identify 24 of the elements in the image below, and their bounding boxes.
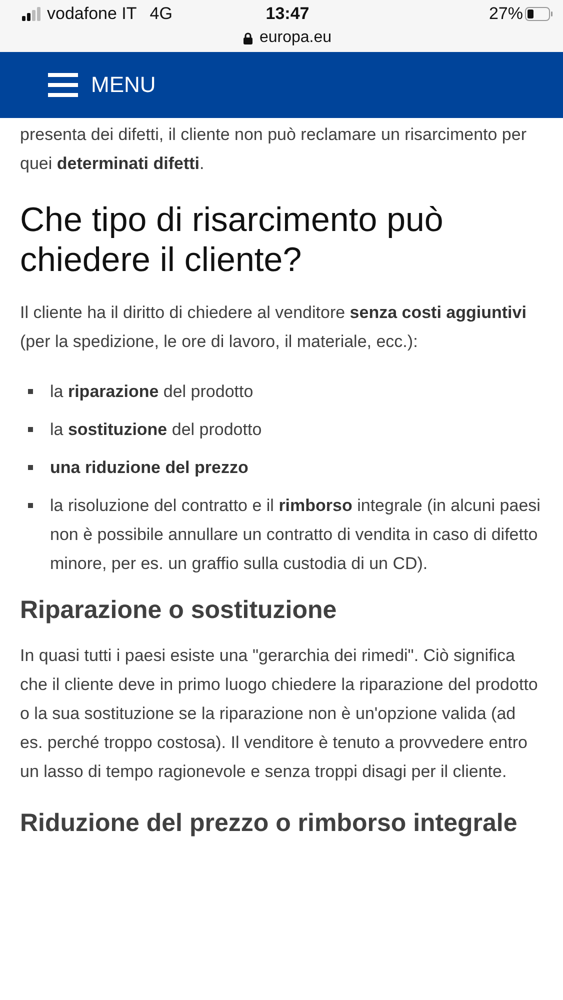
battery-icon [524, 7, 553, 21]
menu-icon [48, 73, 78, 97]
bullet-icon [28, 465, 33, 470]
url-text[interactable]: europa.eu [259, 29, 332, 47]
body-paragraph: Il cliente ha il diritto di chiedere al venditore senza costi aggiuntivi (per la spedizione, le ore di lavoro, il materiale, ecc.): [20, 302, 528, 353]
bullet-icon [28, 389, 33, 394]
lock-icon [243, 32, 254, 44]
body-paragraph: In quasi tutti i paesi esiste una "gerarchia dei rimedi". Ciò significa che il cliente deve in primo luogo chiedere la riparazione del prodotto o la sua sostituzione se la riparazione non è un'opzione valida (ad es. perché troppo costosa). Il venditore è tenuto a provvedere entro un lasso di tempo ragionevole e senza troppi disagi per il cliente. [20, 645, 539, 783]
body-paragraph: presenta dei difetti, il cliente non può reclamare un risarcimento per quei determinati difetti. [20, 124, 528, 175]
network-type: 4G [150, 4, 172, 24]
section-heading: Che tipo di risarcimento può chiedere il cliente? [20, 200, 444, 280]
list-item-text: la riparazione del prodotto [50, 381, 254, 403]
menu-button[interactable]: MENU [48, 72, 156, 98]
signal-icon [22, 7, 42, 21]
list-item-text: la sostituzione del prodotto [50, 419, 263, 441]
bullet-icon [28, 503, 33, 508]
subsection-heading: Riduzione del prezzo o rimborso integrale [20, 808, 518, 839]
clock-time: 13:47 [266, 4, 310, 24]
carrier-name: vodafone IT [47, 4, 137, 24]
subsection-heading: Riparazione o sostituzione [20, 595, 338, 626]
bullet-icon [28, 427, 33, 432]
battery-percent: 27% [488, 4, 523, 24]
list-item-text: la risoluzione del contratto e il rimborso integrale (in alcuni paesi non è possibile annullare un contratto di vendita in caso di difetto minore, per es. un graffio sulla custodia di un CD). [50, 495, 542, 575]
list-item-text: una riduzione del prezzo [50, 457, 250, 479]
